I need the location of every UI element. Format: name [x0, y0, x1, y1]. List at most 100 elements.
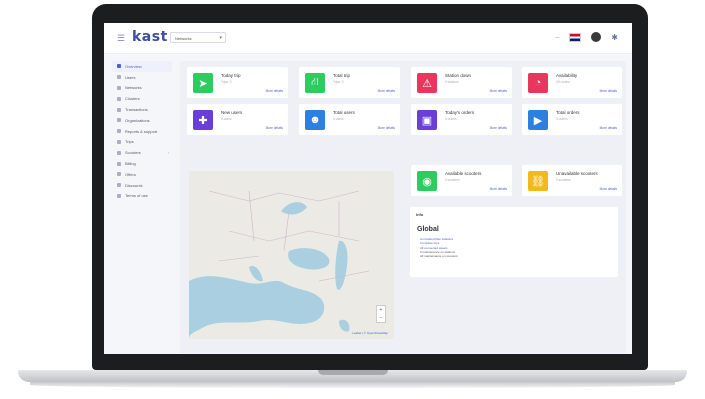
- trips-icon: [117, 139, 121, 144]
- offers-icon: [117, 172, 121, 177]
- card-station-down[interactable]: ⚠ Station down 0 stations More details: [411, 67, 512, 98]
- play-circle-icon: ◉: [417, 171, 437, 191]
- more-details-link[interactable]: More details: [490, 187, 507, 191]
- map-attribution[interactable]: Leaflet | © OpenStreetMap: [352, 331, 388, 335]
- card-title: Unavailable scooters: [556, 171, 598, 176]
- more-details-link[interactable]: More details: [600, 89, 617, 93]
- card-total-orders[interactable]: ▶ Total orders 0 orders More details: [522, 104, 622, 135]
- card-subtitle: 0 users: [221, 117, 232, 121]
- warning-icon: ⚠: [417, 73, 437, 93]
- card-subtitle: 0 scooters: [556, 178, 571, 182]
- laptop-shadow: [30, 382, 675, 388]
- sidebar-item-scooters[interactable]: Scooters ›: [112, 147, 172, 158]
- sidebar-item-users[interactable]: Users: [112, 72, 172, 83]
- card-today-trip[interactable]: ➤ Today trip Trips: 0 More details: [187, 67, 288, 98]
- sidebar-item-terms[interactable]: Terms of use: [112, 191, 172, 202]
- networks-icon: [117, 85, 121, 90]
- transactions-icon: [117, 107, 121, 112]
- scooters-icon: [117, 150, 121, 155]
- speedometer-icon: ◔: [528, 73, 548, 93]
- card-subtitle: 0 users: [333, 117, 344, 121]
- card-new-users[interactable]: ✚ New users 0 users More details: [187, 104, 288, 135]
- card-title: Availability: [556, 73, 578, 78]
- sidebar-item-label: Overview: [125, 63, 142, 69]
- sidebar-item-overview[interactable]: Overview: [112, 61, 172, 72]
- card-title: Available scooters: [445, 171, 482, 176]
- more-details-link[interactable]: More details: [490, 89, 507, 93]
- card-total-trip[interactable]: ⛙ Total trip Trips: 0 More details: [299, 67, 400, 98]
- card-subtitle: Trips: 0: [333, 80, 344, 84]
- card-unavailable-scooters[interactable]: ⛓ Unavailable scooters 0 scooters More d…: [522, 165, 622, 196]
- sidebar-item-networks[interactable]: Networks: [112, 83, 172, 94]
- sidebar-item-label: Terms of use: [125, 193, 148, 199]
- sidebar-item-label: Billing: [125, 161, 136, 167]
- card-total-users[interactable]: ☻ Total users 0 users More details: [299, 104, 400, 135]
- card-subtitle: Trips: 0: [221, 80, 232, 84]
- app-logo[interactable]: kast: [132, 29, 168, 45]
- more-details-link[interactable]: More details: [378, 126, 395, 130]
- card-availability[interactable]: ◔ Availability 0% online More details: [522, 67, 622, 98]
- more-details-link[interactable]: More details: [600, 126, 617, 130]
- shopping-bag-icon: ▣: [417, 110, 437, 130]
- sidebar-item-billing[interactable]: Billing: [112, 158, 172, 169]
- sidebar-item-label: Users: [125, 74, 136, 80]
- language-flag-icon[interactable]: [569, 32, 582, 42]
- settings-icon[interactable]: ✱: [611, 33, 618, 42]
- sidebar-item-label: Trips: [125, 139, 134, 145]
- overview-icon: [117, 64, 121, 69]
- sidebar-item-label: Organizations: [125, 117, 150, 123]
- more-details-link[interactable]: More details: [266, 126, 283, 130]
- sidebar-item-organizations[interactable]: Organizations: [112, 115, 172, 126]
- zoom-in-button[interactable]: +: [377, 306, 385, 314]
- video-play-icon: ▶: [528, 110, 548, 130]
- sidebar-item-discounts[interactable]: Discounts: [112, 180, 172, 191]
- card-title: Total orders: [556, 110, 580, 115]
- laptop-notch: [318, 370, 388, 375]
- chevron-down-icon: ▾: [219, 35, 222, 41]
- card-title: Total users: [333, 110, 355, 115]
- network-selector[interactable]: Networks ▾: [170, 32, 226, 43]
- sidebar-item-transactions[interactable]: Transactions: [112, 104, 172, 115]
- chevron-right-icon: ›: [167, 150, 169, 156]
- more-details-link[interactable]: More details: [378, 89, 395, 93]
- user-avatar-icon[interactable]: [591, 32, 602, 42]
- broken-link-icon: ⛓: [528, 171, 548, 191]
- map-zoom-control[interactable]: + −: [376, 305, 386, 323]
- more-details-link[interactable]: More details: [490, 126, 507, 130]
- card-available-scooters[interactable]: ◉ Available scooters 0 scooters More det…: [411, 165, 512, 196]
- info-item: All maintenance on scooters: [420, 254, 458, 259]
- more-details-link[interactable]: More details: [266, 89, 283, 93]
- card-subtitle: 0 orders: [556, 117, 568, 121]
- sidebar-item-label: Transactions: [125, 107, 148, 113]
- navigation-arrow-icon: ➤: [193, 73, 213, 93]
- zoom-out-button[interactable]: −: [377, 314, 385, 322]
- add-user-icon: ✚: [193, 110, 213, 130]
- card-title: Total trip: [333, 73, 351, 78]
- road-icon: ⛙: [305, 73, 325, 93]
- card-title: Station down: [445, 73, 472, 78]
- top-bar: ☰ kast Networks ▾ – ✱: [104, 23, 632, 54]
- sidebar-item-offers[interactable]: Offers: [112, 169, 172, 180]
- card-todays-orders[interactable]: ▣ Today's orders 0 orders More details: [411, 104, 512, 135]
- info-panel: Info Global Cumulated bike statistics Co…: [410, 207, 618, 277]
- info-list: Cumulated bike statistics Complete trips…: [420, 237, 458, 258]
- users-icon: [117, 75, 121, 80]
- card-subtitle: 0 scooters: [445, 178, 460, 182]
- more-details-link[interactable]: More details: [600, 187, 617, 191]
- card-subtitle: 0% online: [556, 80, 570, 84]
- app-screen: ☰ kast Networks ▾ – ✱ Overview Users Net…: [104, 23, 632, 354]
- hamburger-icon[interactable]: ☰: [117, 33, 125, 44]
- discounts-icon: [117, 183, 121, 188]
- sidebar: Overview Users Networks Clusters Transac…: [112, 61, 172, 201]
- organizations-icon: [117, 118, 121, 123]
- sidebar-item-reports[interactable]: Reports & support: [112, 126, 172, 137]
- more-icon[interactable]: –: [555, 34, 559, 41]
- map-tiles: [189, 171, 394, 339]
- terms-icon: [117, 193, 121, 198]
- map-view[interactable]: + − Leaflet | © OpenStreetMap: [189, 171, 394, 339]
- billing-icon: [117, 161, 121, 166]
- card-subtitle: 0 stations: [445, 80, 459, 84]
- sidebar-item-clusters[interactable]: Clusters: [112, 93, 172, 104]
- sidebar-item-trips[interactable]: Trips: [112, 137, 172, 148]
- sidebar-item-label: Clusters: [125, 96, 140, 102]
